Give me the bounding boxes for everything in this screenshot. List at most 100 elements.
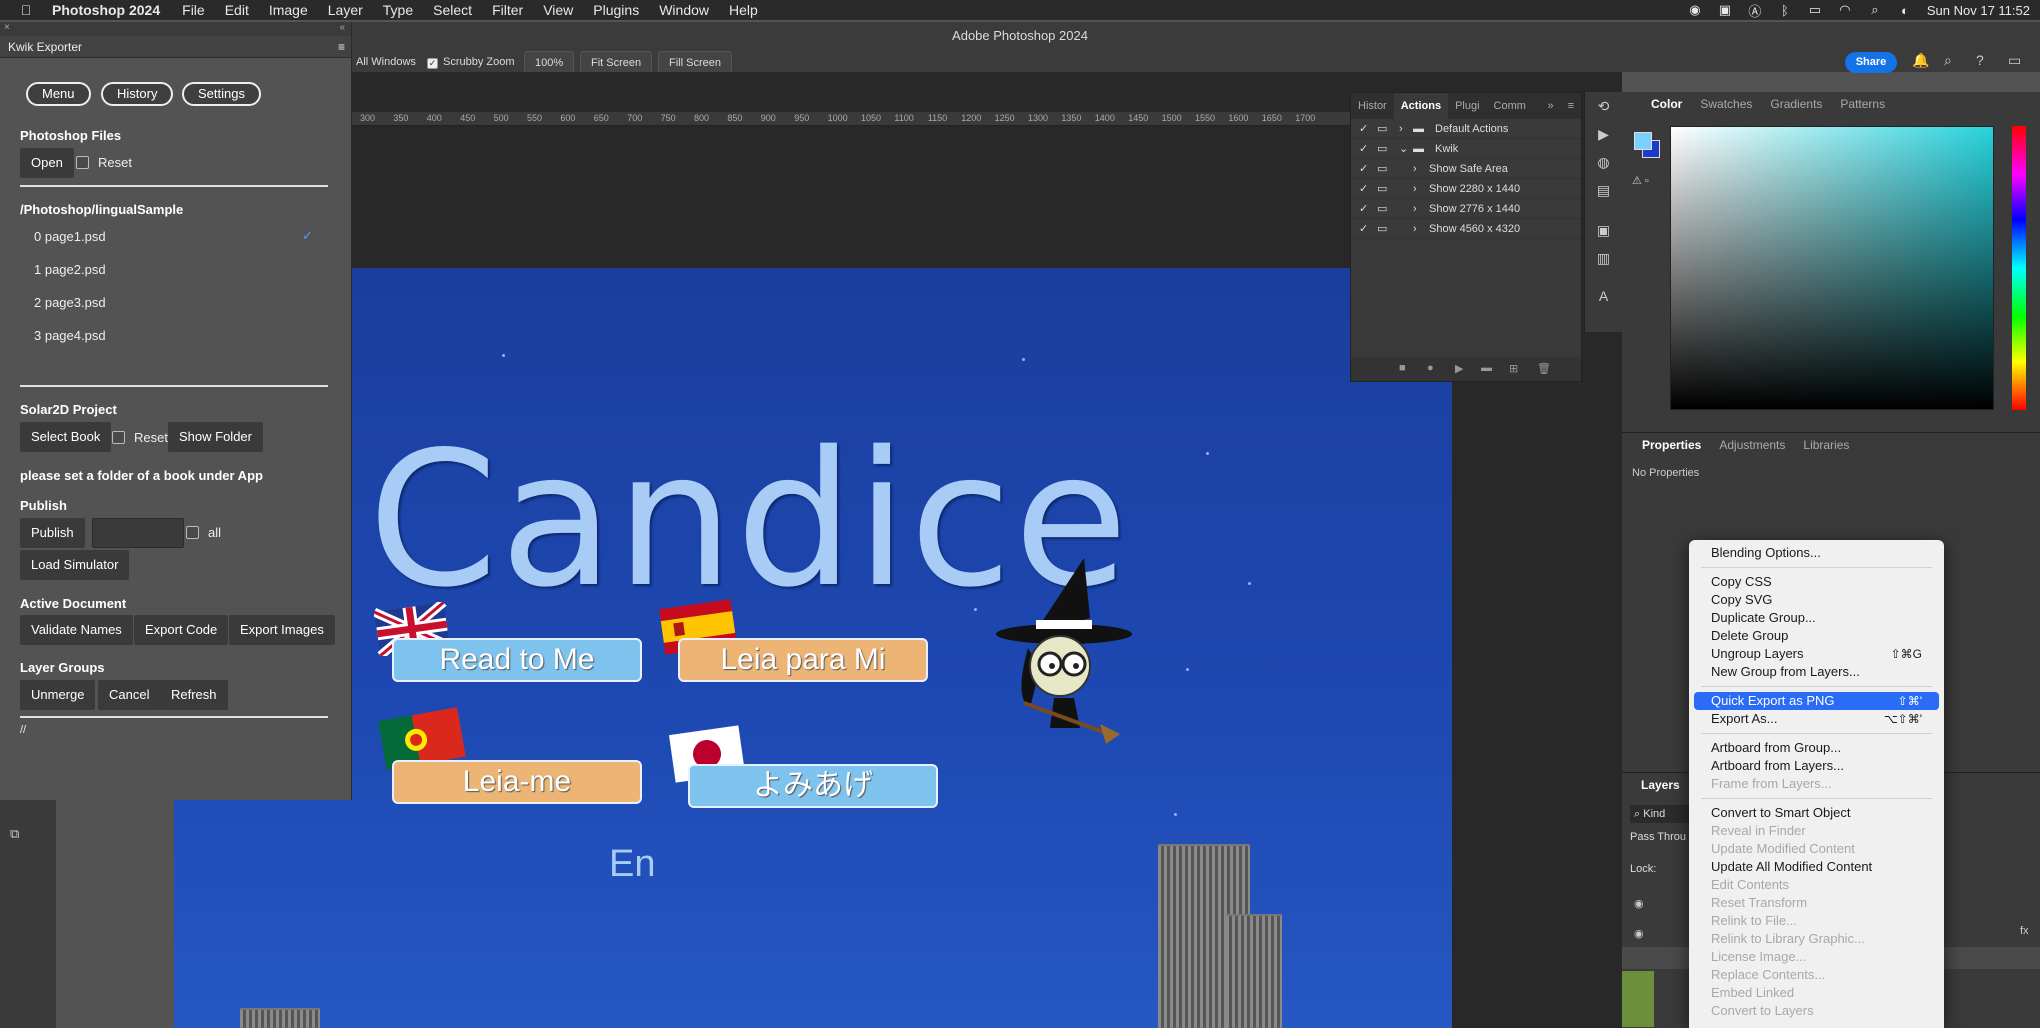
- context-menu-item[interactable]: Quick Export as PNG ⇧⌘': [1694, 692, 1939, 710]
- action-row[interactable]: ✓ ▭ › Show 4560 x 4320: [1351, 219, 1581, 239]
- tab-plugins[interactable]: Plugi: [1448, 93, 1486, 119]
- file-item[interactable]: 0 page1.psd: [34, 229, 106, 244]
- dialog-toggle-icon[interactable]: ▭: [1377, 219, 1387, 239]
- scrubby-zoom-checkbox[interactable]: ✓ Scrubby Zoom: [427, 52, 515, 72]
- color-picker-field[interactable]: [1670, 126, 1994, 410]
- publish-button[interactable]: Publish: [20, 518, 85, 548]
- tab-comments[interactable]: Comm: [1487, 93, 1533, 119]
- context-menu-item[interactable]: Copy CSS: [1689, 573, 1944, 591]
- context-menu-item[interactable]: Ungroup Layers ⇧⌘G: [1689, 645, 1944, 663]
- dialog-toggle-icon[interactable]: ▭: [1377, 159, 1387, 179]
- context-menu-item[interactable]: Convert to Smart Object: [1689, 804, 1944, 822]
- search-icon[interactable]: ⌕: [1944, 52, 1952, 72]
- new-action-icon[interactable]: ⊞: [1509, 362, 1518, 375]
- creative-cloud-icon[interactable]: ◉: [1687, 2, 1703, 18]
- context-menu-item[interactable]: Copy SVG: [1689, 591, 1944, 609]
- wifi-icon[interactable]: ◠: [1837, 2, 1853, 18]
- publish-input[interactable]: [92, 518, 184, 548]
- zoom-value-field[interactable]: 100%: [524, 51, 575, 73]
- context-menu-item[interactable]: Update All Modified Content: [1689, 858, 1944, 876]
- dialog-toggle-icon[interactable]: ▭: [1377, 139, 1387, 159]
- notifications-icon[interactable]: 🔔: [1912, 52, 1929, 72]
- panel-collapse-bar[interactable]: × «: [0, 22, 351, 36]
- tab-history[interactable]: Histor: [1351, 93, 1394, 119]
- open-button[interactable]: Open: [20, 148, 74, 178]
- reset-checkbox[interactable]: [76, 156, 89, 169]
- expand-icon[interactable]: »: [1540, 93, 1560, 119]
- horizontal-ruler[interactable]: 300 350 400 450 500 550 600 650 700 750 800 850 900 9…: [352, 112, 1350, 126]
- visibility-eye-icon[interactable]: ◉: [1634, 927, 1644, 940]
- blend-mode-select[interactable]: Pass Throu: [1630, 831, 1686, 843]
- unmerge-button[interactable]: Unmerge: [20, 680, 96, 710]
- context-menu-item[interactable]: New Group from Layers...: [1689, 663, 1944, 681]
- cancel-button[interactable]: Cancel: [98, 680, 161, 710]
- apple-icon[interactable]: : [0, 2, 52, 18]
- help-icon[interactable]: ?: [1976, 52, 1984, 72]
- collapse-icon[interactable]: «: [339, 22, 345, 33]
- chevron-right-icon[interactable]: ›: [1413, 159, 1417, 179]
- visibility-eye-icon[interactable]: ◉: [1634, 897, 1644, 910]
- character-icon[interactable]: A: [1585, 282, 1622, 310]
- action-row[interactable]: ✓ ▭ › Show Safe Area: [1351, 159, 1581, 179]
- export-images-button[interactable]: Export Images: [229, 615, 335, 645]
- app-menu[interactable]: Photoshop 2024: [52, 2, 160, 18]
- history-icon[interactable]: ⟲: [1585, 92, 1622, 120]
- history-button[interactable]: History: [101, 82, 174, 106]
- tab-patterns[interactable]: Patterns: [1831, 92, 1894, 116]
- fit-screen-button[interactable]: Fit Screen: [580, 51, 653, 73]
- fill-screen-button[interactable]: Fill Screen: [658, 51, 732, 73]
- show-folder-button[interactable]: Show Folder: [168, 422, 263, 452]
- chevron-right-icon[interactable]: ›: [1413, 179, 1417, 199]
- menu-help[interactable]: Help: [729, 2, 758, 18]
- check-icon[interactable]: ✓: [1359, 219, 1368, 239]
- record-icon[interactable]: ●: [1427, 362, 1434, 374]
- document-canvas[interactable]: Candice Read to Me Leia para Mi Leia-me …: [174, 268, 1452, 1028]
- menu-view[interactable]: View: [543, 2, 573, 18]
- all-checkbox[interactable]: [186, 526, 199, 539]
- action-row[interactable]: ✓ ▭ › ▬ Default Actions: [1351, 119, 1581, 139]
- menu-edit[interactable]: Edit: [225, 2, 249, 18]
- context-menu-item[interactable]: Export As... ⌥⇧⌘': [1689, 710, 1944, 728]
- file-item[interactable]: 1 page2.psd: [34, 262, 106, 277]
- dialog-toggle-icon[interactable]: ▭: [1377, 119, 1387, 139]
- foreground-color-swatch[interactable]: [1634, 132, 1652, 150]
- action-row[interactable]: ✓ ▭ › Show 2280 x 1440: [1351, 179, 1581, 199]
- context-menu-item[interactable]: Artboard from Layers...: [1689, 757, 1944, 775]
- tab-color[interactable]: Color: [1642, 92, 1691, 116]
- tab-layers[interactable]: Layers: [1632, 773, 1689, 797]
- panel-menu-icon[interactable]: ≡: [1561, 93, 1581, 119]
- menu-file[interactable]: File: [182, 2, 205, 18]
- tab-actions[interactable]: Actions: [1393, 93, 1449, 119]
- tab-adjustments[interactable]: Adjustments: [1710, 433, 1794, 457]
- context-menu-item[interactable]: Artboard from Group...: [1689, 739, 1944, 757]
- context-menu-item[interactable]: Blending Options...: [1689, 544, 1944, 562]
- text-input-icon[interactable]: Ⓐ: [1747, 1, 1763, 20]
- action-row[interactable]: ✓ ▭ ⌄ ▬ Kwik: [1351, 139, 1581, 159]
- menu-layer[interactable]: Layer: [328, 2, 363, 18]
- check-icon[interactable]: ✓: [1359, 119, 1368, 139]
- tab-properties[interactable]: Properties: [1633, 433, 1710, 457]
- chevron-right-icon[interactable]: ›: [1413, 199, 1417, 219]
- all-windows-label[interactable]: All Windows: [356, 52, 416, 72]
- context-menu-item[interactable]: Delete Group: [1689, 627, 1944, 645]
- vertical-ruler[interactable]: [36, 800, 56, 1028]
- tab-libraries[interactable]: Libraries: [1794, 433, 1858, 457]
- share-button[interactable]: Share: [1845, 52, 1897, 73]
- yomiage-button[interactable]: よみあげ: [688, 764, 938, 808]
- comments-icon[interactable]: ▤: [1585, 176, 1622, 204]
- context-menu-item[interactable]: Duplicate Group...: [1689, 609, 1944, 627]
- tab-gradients[interactable]: Gradients: [1761, 92, 1831, 116]
- menu-button[interactable]: Menu: [26, 82, 91, 106]
- trash-icon[interactable]: 🗑: [1537, 362, 1551, 375]
- file-item[interactable]: 2 page3.psd: [34, 295, 106, 310]
- chevron-right-icon[interactable]: ›: [1399, 119, 1403, 139]
- menu-plugins[interactable]: Plugins: [593, 2, 639, 18]
- hue-slider[interactable]: [2012, 126, 2026, 410]
- check-icon[interactable]: ✓: [1359, 179, 1368, 199]
- check-icon[interactable]: ✓: [1359, 139, 1368, 159]
- check-icon[interactable]: ✓: [1359, 199, 1368, 219]
- reset-checkbox[interactable]: [112, 431, 125, 444]
- artboard-icon[interactable]: ▣: [1585, 216, 1622, 244]
- layer-filter-kind[interactable]: ⌕ Kind: [1630, 805, 1690, 823]
- menu-window[interactable]: Window: [659, 2, 709, 18]
